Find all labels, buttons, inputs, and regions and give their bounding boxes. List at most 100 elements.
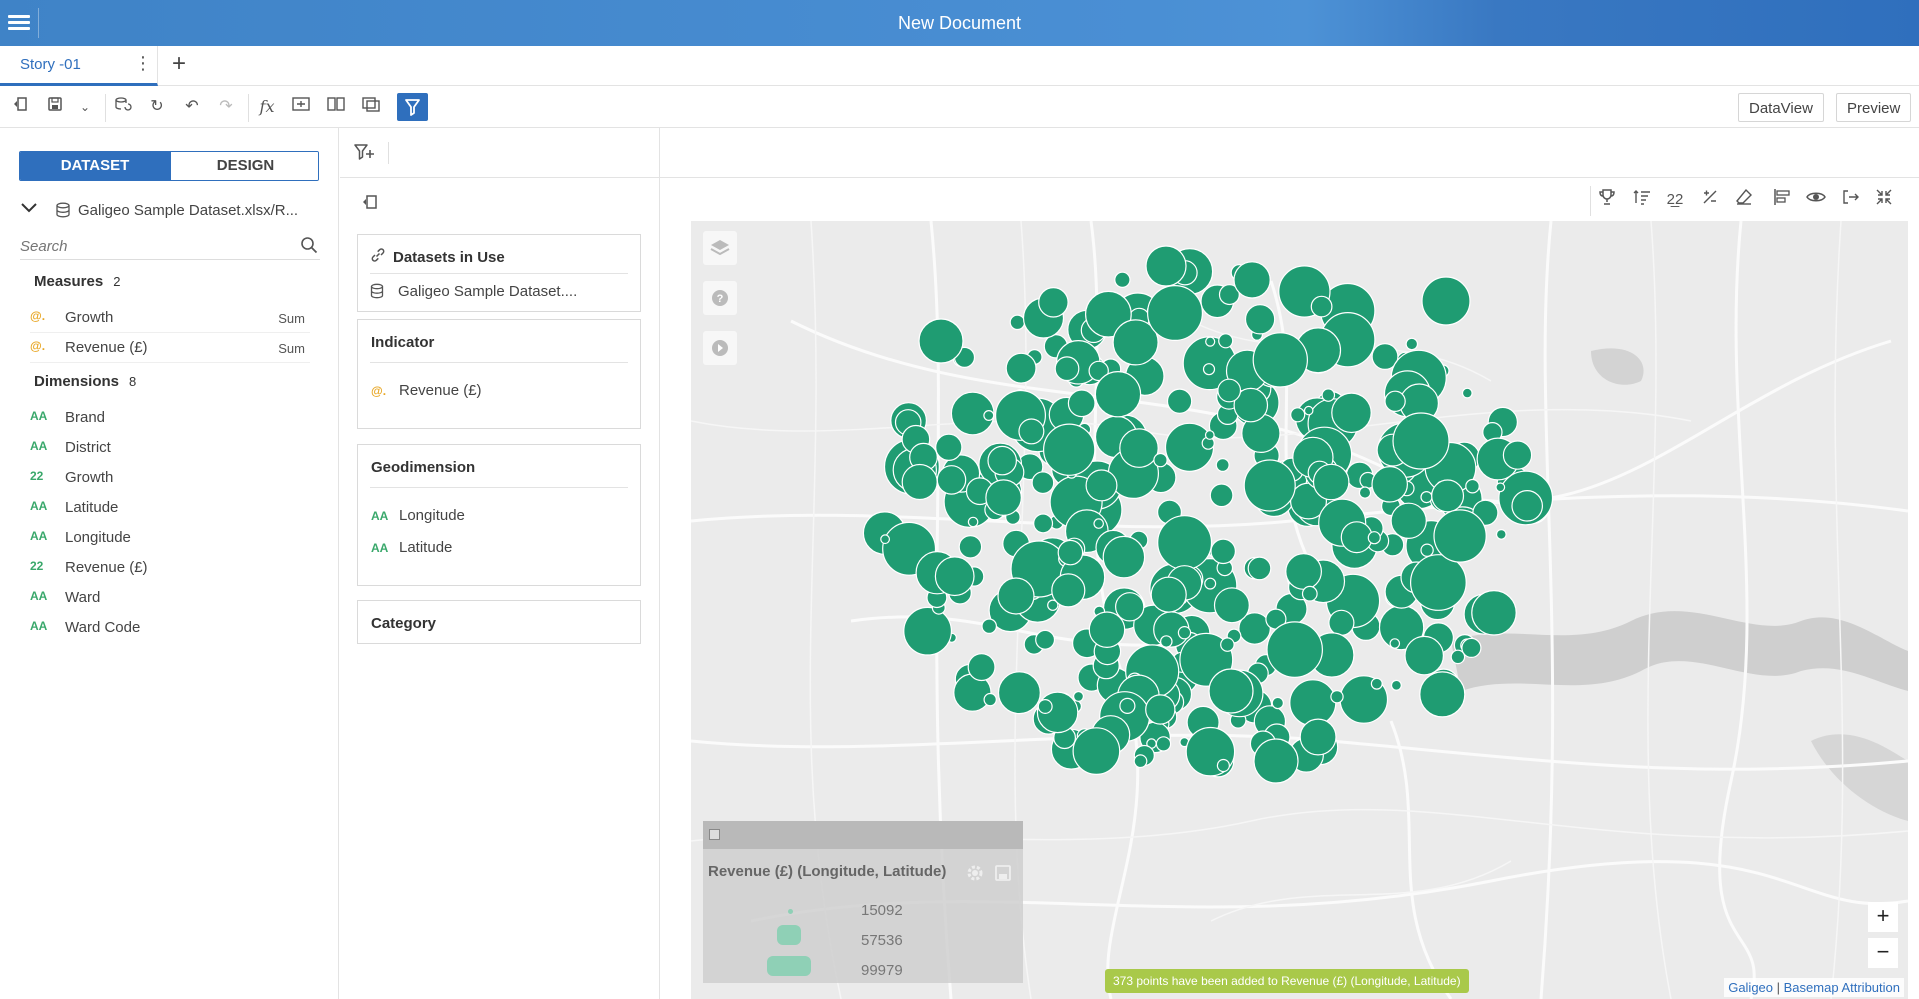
formula-icon[interactable]: fx <box>256 96 278 118</box>
revenue-bubble[interactable] <box>1495 529 1507 540</box>
overlay-layout-icon[interactable] <box>360 96 382 118</box>
search-icon[interactable] <box>300 236 318 258</box>
collapse-panel-icon[interactable] <box>8 96 30 118</box>
revenue-bubble[interactable] <box>1204 577 1217 590</box>
revenue-bubble[interactable] <box>1367 531 1381 545</box>
revenue-bubble[interactable] <box>1037 699 1053 715</box>
revenue-bubble[interactable] <box>1216 758 1231 773</box>
dimension-ward-code[interactable]: AA Ward Code <box>30 618 310 640</box>
revenue-bubble[interactable] <box>1057 539 1084 566</box>
geodimension-item-longitude[interactable]: AA Longitude <box>371 507 465 524</box>
more-vertical-icon[interactable]: ⋮ <box>134 54 152 72</box>
revenue-bubble[interactable] <box>1093 518 1104 529</box>
filter-button[interactable] <box>397 93 428 121</box>
dataset-refresh-icon[interactable] <box>112 96 134 118</box>
revenue-bubble[interactable] <box>918 318 964 364</box>
revenue-bubble[interactable] <box>1405 337 1419 351</box>
revenue-bubble[interactable] <box>1450 649 1466 665</box>
revenue-bubble[interactable] <box>1471 589 1517 636</box>
add-tab-button[interactable]: + <box>172 50 186 78</box>
revenue-bubble[interactable] <box>1009 314 1026 331</box>
layers-button[interactable] <box>703 231 737 265</box>
revenue-bubble[interactable] <box>1215 458 1230 473</box>
search-input[interactable] <box>20 234 280 255</box>
revenue-bubble[interactable] <box>1073 690 1085 702</box>
save-icon[interactable] <box>44 96 66 118</box>
revenue-bubble[interactable] <box>1035 629 1056 650</box>
revenue-bubble[interactable] <box>1370 677 1383 690</box>
indicator-item[interactable]: @. Revenue (£) <box>371 382 482 399</box>
revenue-bubble[interactable] <box>1067 389 1096 418</box>
dimension-growth[interactable]: 22 Growth <box>30 468 310 490</box>
eraser-icon[interactable] <box>1732 188 1756 212</box>
revenue-bubble[interactable] <box>1018 418 1045 445</box>
revenue-bubble[interactable] <box>901 463 938 501</box>
revenue-bubble[interactable] <box>997 671 1041 715</box>
number-format-icon[interactable]: 2̲2 <box>1663 188 1687 212</box>
revenue-bubble[interactable] <box>1290 407 1306 423</box>
revenue-bubble[interactable] <box>1433 509 1487 563</box>
dataset-in-use-item[interactable]: Galigeo Sample Dataset.... <box>398 283 577 300</box>
revenue-bubble[interactable] <box>1252 332 1309 388</box>
revenue-bubble[interactable] <box>1404 635 1445 676</box>
revenue-bubble[interactable] <box>981 618 997 634</box>
revenue-bubble[interactable] <box>1033 513 1054 534</box>
revenue-bubble[interactable] <box>1431 479 1465 513</box>
revenue-bubble[interactable] <box>1220 637 1235 652</box>
basemap-attribution-link[interactable]: Basemap Attribution <box>1784 980 1900 995</box>
revenue-bubble[interactable] <box>983 410 995 422</box>
zoom-in-button[interactable]: + <box>1868 902 1898 932</box>
revenue-bubble[interactable] <box>1328 609 1355 636</box>
revenue-bubble[interactable] <box>1217 378 1242 403</box>
revenue-bubble[interactable] <box>1312 463 1350 501</box>
revenue-bubble[interactable] <box>1310 295 1333 318</box>
revenue-bubble[interactable] <box>1371 465 1409 503</box>
revenue-bubble[interactable] <box>1502 440 1533 470</box>
revenue-bubble[interactable] <box>1233 261 1271 299</box>
tab-story-01[interactable]: Story -01 ⋮ <box>0 46 158 86</box>
revenue-bubble[interactable] <box>1157 515 1213 571</box>
dataset-selector[interactable]: Galigeo Sample Dataset.xlsx/R... <box>20 200 320 224</box>
revenue-bubble[interactable] <box>967 516 979 528</box>
revenue-bubble[interactable] <box>1389 638 1401 649</box>
trophy-icon[interactable] <box>1595 188 1619 212</box>
zoom-out-button[interactable]: − <box>1868 938 1898 968</box>
revenue-bubble[interactable] <box>1420 543 1434 557</box>
revenue-bubble[interactable] <box>1420 491 1433 504</box>
revenue-bubble[interactable] <box>1114 271 1131 289</box>
revenue-bubble[interactable] <box>1205 336 1216 347</box>
revenue-bubble[interactable] <box>1031 471 1055 495</box>
revenue-bubble[interactable] <box>1145 694 1176 725</box>
revenue-bubble[interactable] <box>1419 671 1466 718</box>
revenue-bubble[interactable] <box>1285 553 1322 590</box>
revenue-bubble[interactable] <box>1145 245 1187 287</box>
percent-icon[interactable] <box>1698 188 1722 212</box>
insert-component-icon[interactable] <box>290 96 312 118</box>
chevron-down-icon[interactable] <box>20 201 38 218</box>
refresh-icon[interactable]: ↻ <box>146 96 168 118</box>
revenue-bubble[interactable] <box>987 445 1017 476</box>
sort-icon[interactable] <box>1630 188 1654 212</box>
revenue-bubble[interactable] <box>1119 428 1159 468</box>
revenue-bubble[interactable] <box>997 577 1035 615</box>
revenue-bubble[interactable] <box>1072 727 1121 775</box>
revenue-bubble[interactable] <box>1244 304 1276 335</box>
revenue-bubble[interactable] <box>1153 452 1168 468</box>
dataset-tab[interactable]: DATASET <box>20 152 170 180</box>
revenue-bubble[interactable] <box>1461 387 1473 399</box>
revenue-bubble[interactable] <box>1155 736 1172 752</box>
revenue-bubble[interactable] <box>1390 502 1427 539</box>
revenue-bubble[interactable] <box>934 556 975 597</box>
dimension-longitude[interactable]: AA Longitude <box>30 528 310 550</box>
revenue-bubble[interactable] <box>1202 363 1216 376</box>
revenue-bubble[interactable] <box>1247 556 1272 581</box>
revenue-bubble[interactable] <box>880 534 891 545</box>
revenue-bubble[interactable] <box>1271 696 1285 710</box>
revenue-bubble[interactable] <box>1088 611 1126 649</box>
revenue-bubble[interactable] <box>1159 635 1173 648</box>
category-box[interactable]: Category <box>357 600 641 644</box>
columns-layout-icon[interactable] <box>325 96 347 118</box>
revenue-bubble[interactable] <box>1133 754 1148 769</box>
revenue-bubble[interactable] <box>1301 585 1318 602</box>
play-button[interactable] <box>703 331 737 365</box>
